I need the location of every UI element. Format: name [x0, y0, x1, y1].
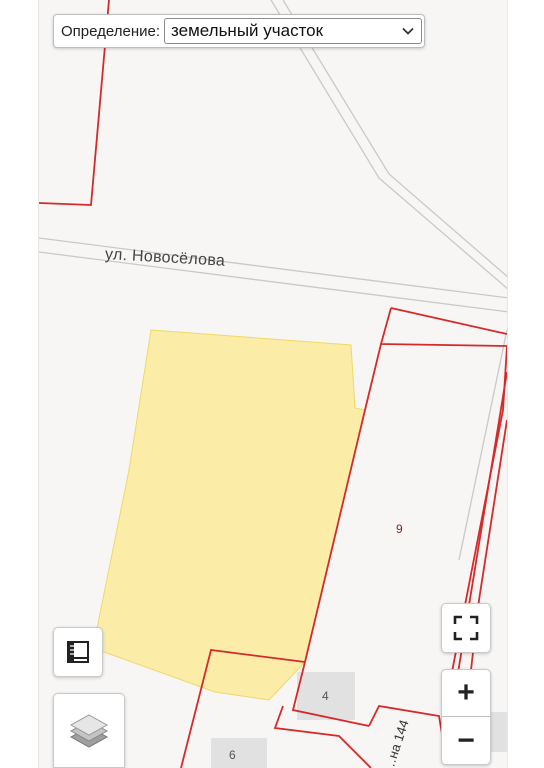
building-6[interactable] — [211, 738, 267, 768]
definition-selected-value: земельный участок — [171, 21, 324, 40]
plus-icon: + — [457, 676, 475, 709]
definition-panel: Определение: земельный участок — [53, 14, 425, 48]
building-right[interactable] — [489, 712, 507, 752]
highlighted-parcel[interactable] — [92, 329, 366, 701]
fullscreen-icon — [453, 615, 479, 641]
chevron-down-icon — [402, 27, 414, 35]
definition-label: Определение: — [61, 22, 161, 40]
parcel-number-label: 9 — [396, 522, 403, 536]
minus-icon: − — [457, 723, 475, 757]
map-layer — [39, 0, 507, 768]
zoom-out-button[interactable]: − — [441, 717, 491, 765]
layers-icon — [69, 713, 109, 748]
fullscreen-button[interactable] — [441, 603, 491, 653]
building-6-label: 6 — [229, 748, 236, 762]
building-4-label: 4 — [322, 689, 329, 703]
ruler-icon — [67, 641, 89, 663]
layers-button[interactable] — [53, 693, 125, 768]
zoom-in-button[interactable]: + — [441, 669, 491, 717]
map-canvas[interactable]: ул. Новосёлова 9 4 6 …на 144 — [38, 0, 508, 768]
ruler-button[interactable] — [53, 627, 103, 677]
definition-select[interactable]: земельный участок — [164, 18, 422, 44]
